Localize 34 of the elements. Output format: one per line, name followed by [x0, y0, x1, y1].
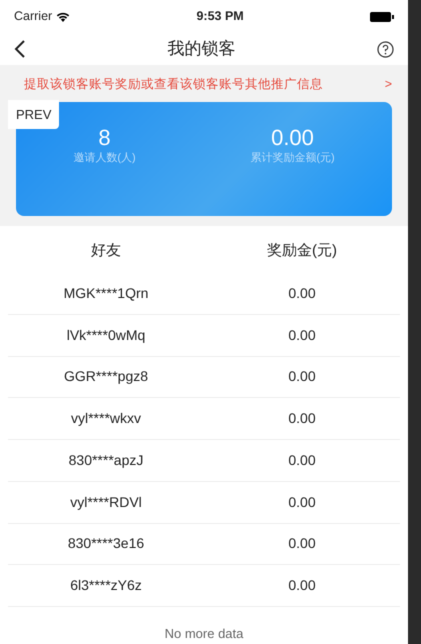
table-cell-text: 0.00 — [287, 326, 317, 345]
no-more-data-text: No more data — [164, 626, 244, 642]
table-cell-text: 0.00 — [287, 409, 317, 428]
table-cell-text: 0.00 — [287, 492, 317, 512]
table-cell-text: vyl****wkxv — [70, 409, 142, 428]
table-cell-text: 0.00 — [287, 450, 317, 470]
help-icon[interactable] — [377, 40, 394, 58]
column-header: 奖励金(元) — [266, 241, 338, 262]
battery-icon — [370, 12, 394, 22]
table-cell-text: 0.00 — [287, 284, 317, 303]
table-cell-text: vyl****RDVl — [69, 492, 143, 512]
carrier-label: Carrier — [14, 8, 52, 26]
stat-label: 邀请人数(人) — [73, 150, 136, 166]
stat-value: 0.00 — [270, 126, 315, 150]
back-icon[interactable] — [14, 40, 26, 58]
table-cell-text: 6l3****zY6z — [69, 576, 143, 596]
table-cell-text: lVk****0wMq — [66, 326, 146, 345]
table-cell-text: 830****apzJ — [68, 450, 144, 470]
table-cell-text: 830****3e16 — [66, 534, 146, 554]
table-cell-text: 0.00 — [287, 534, 317, 554]
stat-label: 累计奖励金额(元) — [250, 150, 335, 166]
table-cell-text: GGR****pgz8 — [62, 367, 150, 386]
prev-label[interactable]: PREV — [8, 100, 60, 130]
table-cell-text: 0.00 — [287, 576, 317, 596]
status-time: 9:53 PM — [196, 8, 244, 26]
info-banner[interactable]: 提取该锁客账号奖励或查看该锁客账号其他推广信息 > — [8, 68, 400, 102]
banner-text: 提取该锁客账号奖励或查看该锁客账号其他推广信息 — [24, 76, 323, 93]
table-cell-text: MGK****1Qrn — [62, 284, 150, 303]
chevron-text: > — [384, 76, 392, 93]
stat-value: 8 — [97, 126, 112, 150]
column-header: 好友 — [90, 241, 122, 262]
wifi-icon — [56, 12, 70, 22]
table-cell-text: 0.00 — [287, 367, 317, 386]
page-title: 我的锁客 — [168, 38, 236, 60]
